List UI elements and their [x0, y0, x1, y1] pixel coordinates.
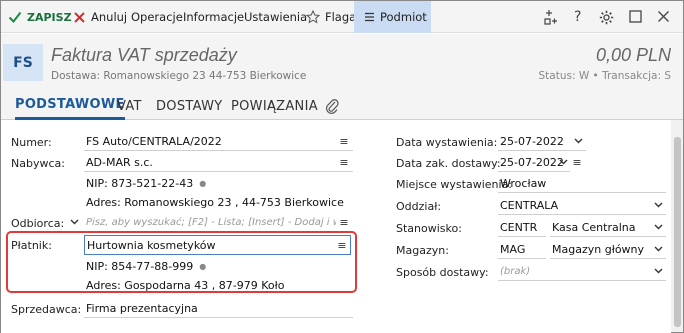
toolbar: ZAPISZ Anuluj Operacje Informacje Ustawi… [1, 1, 683, 33]
checkmark-icon [8, 10, 22, 24]
settings-label: Ustawienia [244, 10, 308, 24]
tab-basic[interactable]: PODSTAWOWE [15, 92, 125, 120]
hamburger-icon [364, 12, 375, 22]
save-label: ZAPISZ [27, 10, 72, 24]
place-field[interactable]: Wrocław [498, 174, 666, 193]
number-label: Numer: [11, 136, 52, 149]
recipient-menu-icon[interactable]: ≡ [337, 215, 351, 229]
document-title: Faktura VAT sprzedaży [51, 45, 237, 65]
save-button[interactable]: ZAPISZ [3, 1, 77, 33]
payer-highlight [6, 231, 357, 293]
place-label: Miejsce wystawienia: [396, 178, 512, 191]
buyer-menu-icon[interactable]: ≡ [337, 155, 351, 169]
flag-label: Flaga [325, 10, 357, 24]
chevron-down-icon[interactable] [572, 134, 584, 148]
chevron-down-icon[interactable] [557, 155, 569, 169]
chevron-down-icon[interactable] [68, 215, 80, 229]
seller-label: Sprzedawca: [11, 303, 82, 316]
number-field[interactable]: FS Auto/CENTRALA/2022 [84, 132, 353, 151]
delivery-method-label: Sposób dostawy: [396, 266, 489, 279]
chevron-down-icon[interactable] [652, 264, 664, 278]
issue-date-label: Data wystawienia: [396, 136, 498, 149]
delivery-address: Dostawa: Romanowskiego 23 44-753 Bierkow… [51, 70, 307, 82]
buyer-nip: NIP: 873-521-22-43 [86, 177, 194, 190]
entity-button[interactable]: Podmiot [354, 1, 431, 33]
warehouse-select[interactable]: Magazyn główny [550, 240, 666, 259]
attachment-icon[interactable] [325, 98, 339, 114]
add-link-icon[interactable] [543, 10, 559, 25]
warehouse-label: Magazyn: [396, 244, 449, 257]
tab-deliveries[interactable]: DOSTAWY [156, 92, 223, 120]
chevron-down-icon[interactable] [652, 198, 664, 212]
entity-label: Podmiot [380, 10, 427, 24]
tab-vat[interactable]: VAT [117, 92, 142, 120]
invoice-window: ZAPISZ Anuluj Operacje Informacje Ustawi… [0, 0, 684, 333]
gear-icon[interactable] [599, 10, 614, 25]
number-menu-icon[interactable]: ≡ [337, 134, 351, 148]
help-icon[interactable]: ? [574, 9, 581, 25]
station-label: Stanowisko: [396, 222, 462, 235]
seller-field[interactable]: Firma prezentacyjna [84, 299, 353, 318]
buyer-field[interactable]: AD-MAR s.c. [84, 153, 353, 172]
branch-label: Oddział: [396, 200, 442, 213]
close-icon [73, 11, 86, 24]
chevron-down-icon[interactable] [652, 242, 664, 256]
station-select[interactable]: Kasa Centralna [550, 218, 666, 237]
maximize-icon[interactable] [629, 10, 642, 23]
close-window-icon[interactable] [657, 10, 670, 23]
tab-relations[interactable]: POWIĄZANIA [231, 92, 318, 120]
warehouse-code-field[interactable]: MAG [498, 240, 546, 259]
branch-select[interactable]: CENTRALA [498, 196, 666, 215]
nip-dot-icon: ● [199, 179, 207, 188]
tab-bar: PODSTAWOWE VAT DOSTAWY POWIĄZANIA [1, 92, 683, 120]
flag-button[interactable]: Flaga [301, 1, 361, 33]
delivery-date-label: Data zak. dostawy: [396, 157, 501, 170]
buyer-label: Nabywca: [11, 157, 65, 170]
delivery-method-select[interactable]: (brak) [498, 262, 666, 281]
document-status: Status: W • Transakcja: S [538, 70, 671, 82]
buyer-address: Adres: Romanowskiego 23 , 44-753 Bierkow… [86, 196, 344, 209]
cancel-button[interactable]: Anuluj [68, 1, 132, 33]
chevron-down-icon[interactable] [652, 220, 664, 234]
station-code-field[interactable]: CENTR [498, 218, 546, 237]
scrollbar-thumb[interactable] [674, 137, 681, 327]
info-label: Informacje [183, 10, 245, 24]
operations-label: Operacje [131, 10, 183, 24]
delivery-date-menu-icon[interactable]: ≡ [570, 155, 584, 169]
document-type-badge: FS [3, 44, 43, 81]
recipient-label[interactable]: Odbiorca: [11, 217, 64, 230]
cancel-label: Anuluj [91, 10, 128, 24]
document-amount: 0,00 PLN [595, 45, 671, 65]
buyer-nip-row: NIP: 873-521-22-43 ● [84, 174, 353, 193]
recipient-search-input[interactable]: Pisz, aby wyszukać; [F2] - Lista; [Inser… [84, 213, 336, 232]
star-icon [306, 10, 320, 24]
